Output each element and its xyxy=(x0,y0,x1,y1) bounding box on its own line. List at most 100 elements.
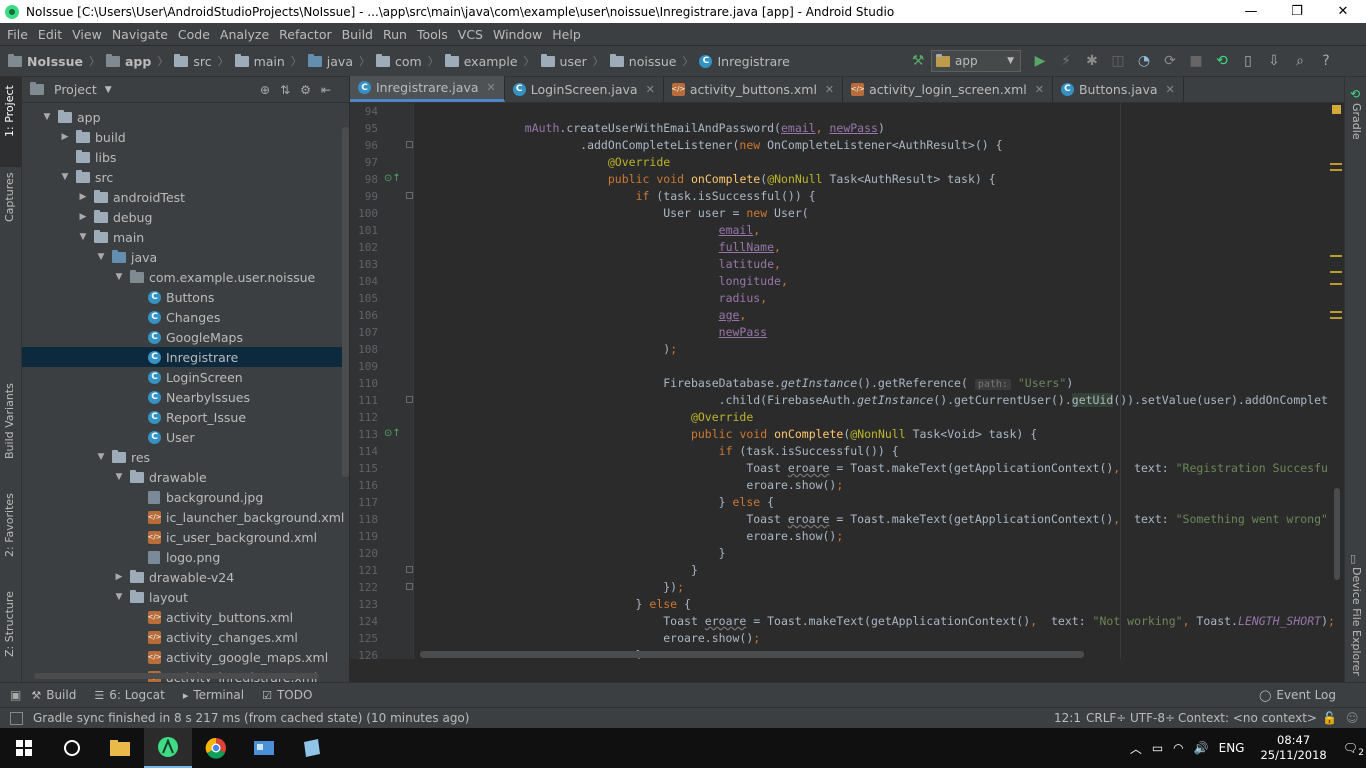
editor-vertical-scrollbar[interactable] xyxy=(1334,488,1340,580)
taskbar-chrome[interactable] xyxy=(192,728,240,768)
tree-item[interactable]: ▶ debug xyxy=(22,207,349,227)
code-line[interactable]: eroare.show(); xyxy=(414,528,843,545)
breadcrumb-example[interactable]: example xyxy=(464,54,518,69)
code-editor[interactable]: 94 95 96 97 98 ⊙↑ 99 100 101 102 103 104 105 106 107 10… xyxy=(350,103,1344,659)
logcat-tool-tab[interactable]: ☰ 6: Logcat xyxy=(94,688,164,702)
expanded-arrow-icon[interactable]: ▼ xyxy=(60,172,70,182)
code-line[interactable]: .addOnCompleteListener(new OnCompleteLis… xyxy=(414,137,1002,154)
make-project-hammer-icon[interactable]: ⚒ xyxy=(905,48,931,74)
editor-horizontal-scrollbar[interactable] xyxy=(420,651,1084,658)
hide-panel-icon[interactable]: ⇤ xyxy=(321,83,341,97)
captures-tool-tab[interactable]: Captures xyxy=(3,173,16,222)
menu-build[interactable]: Build xyxy=(337,27,378,42)
stop-icon[interactable]: ■ xyxy=(1183,48,1209,74)
code-line[interactable]: @Override xyxy=(414,409,753,426)
tree-item[interactable]: ▶ drawable-v24 xyxy=(22,567,349,587)
tree-item[interactable]: ▼ java xyxy=(22,247,349,267)
chevron-down-icon[interactable]: ▼ xyxy=(105,85,112,95)
tree-item[interactable]: </> activity_buttons.xml xyxy=(22,607,349,627)
project-tool-tab[interactable]: 1: Project xyxy=(3,85,16,137)
expanded-arrow-icon[interactable]: ▼ xyxy=(42,112,52,122)
tree-item[interactable]: libs xyxy=(22,147,349,167)
code-line[interactable]: @Override xyxy=(414,154,670,171)
code-line[interactable]: public void onComplete(@NonNull Task<Aut… xyxy=(414,171,996,188)
editor-tab[interactable]: C Buttons.java ✕ xyxy=(1053,76,1184,102)
gear-icon[interactable]: ⚙ xyxy=(300,83,321,97)
menu-run[interactable]: Run xyxy=(378,27,412,42)
code-line[interactable]: eroare.show(); xyxy=(414,630,760,647)
code-line[interactable]: mAuth.createUserWithEmailAndPassword(ema… xyxy=(414,120,885,137)
collapsed-arrow-icon[interactable]: ▶ xyxy=(60,132,70,142)
lock-icon[interactable]: 🔓 xyxy=(1322,711,1337,725)
input-language[interactable]: ENG xyxy=(1219,741,1245,755)
code-line[interactable]: } xyxy=(414,562,698,579)
start-button[interactable] xyxy=(0,728,48,768)
error-stripe-marker[interactable] xyxy=(1330,311,1342,313)
code-line[interactable]: if (task.isSuccessful()) { xyxy=(414,443,899,460)
tree-item[interactable]: ▶ androidTest xyxy=(22,187,349,207)
error-stripe-marker[interactable] xyxy=(1330,271,1342,273)
editor-tab[interactable]: </> activity_login_screen.xml ✕ xyxy=(843,76,1053,102)
error-stripe-marker[interactable] xyxy=(1330,255,1342,257)
event-log-tab[interactable]: ◯ Event Log xyxy=(1259,688,1336,702)
breadcrumb-project[interactable]: NoIssue xyxy=(27,54,83,69)
apply-changes-icon[interactable]: ⚡ xyxy=(1053,48,1079,74)
tree-item[interactable]: C Inregistrare xyxy=(22,347,349,367)
tree-item[interactable]: </> ic_user_background.xml xyxy=(22,527,349,547)
tree-item[interactable]: C NearbyIssues xyxy=(22,387,349,407)
cortana-search-button[interactable] xyxy=(48,728,96,768)
tree-item[interactable]: ▼ layout xyxy=(22,587,349,607)
menu-help[interactable]: Help xyxy=(547,27,586,42)
breadcrumb-java[interactable]: java xyxy=(327,54,353,69)
expanded-arrow-icon[interactable]: ▼ xyxy=(114,592,124,602)
code-line[interactable]: eroare.show(); xyxy=(414,477,843,494)
tree-horizontal-scrollbar[interactable] xyxy=(34,673,319,679)
sdk-manager-icon[interactable]: ⇩ xyxy=(1261,48,1287,74)
code-line[interactable]: } else { xyxy=(414,494,774,511)
avd-manager-icon[interactable]: ▯ xyxy=(1235,48,1261,74)
wifi-icon[interactable]: ◠ xyxy=(1173,741,1183,755)
tree-item[interactable]: C Report_Issue xyxy=(22,407,349,427)
menu-view[interactable]: View xyxy=(67,27,107,42)
tree-item[interactable]: C LoginScreen xyxy=(22,367,349,387)
breadcrumb-com[interactable]: com xyxy=(395,54,422,69)
code-line[interactable]: FirebaseDatabase.getInstance().getRefere… xyxy=(414,375,1073,392)
editor-tab[interactable]: C Inregistrare.java ✕ xyxy=(350,76,505,102)
taskbar-file-explorer[interactable] xyxy=(96,728,144,768)
volume-icon[interactable]: 🔊 xyxy=(1194,741,1209,755)
close-tab-icon[interactable]: ✕ xyxy=(487,81,496,94)
breadcrumb-inregistrare[interactable]: Inregistrare xyxy=(717,54,789,69)
close-tab-icon[interactable]: ✕ xyxy=(1035,83,1044,96)
tree-item[interactable]: </> activity_changes.xml xyxy=(22,627,349,647)
menu-file[interactable]: File xyxy=(2,27,33,42)
menu-analyze[interactable]: Analyze xyxy=(215,27,274,42)
code-line[interactable]: newPass xyxy=(414,324,767,341)
minimize-button[interactable]: — xyxy=(1228,0,1274,23)
collapse-all-icon[interactable]: ⇅ xyxy=(280,83,300,97)
code-line[interactable]: latitude, xyxy=(414,256,781,273)
menu-vcs[interactable]: VCS xyxy=(453,27,488,42)
code-line[interactable]: Toast eroare = Toast.makeText(getApplica… xyxy=(414,460,1328,477)
inspector-icon[interactable]: ☺ xyxy=(1346,711,1359,725)
ide-help-icon[interactable]: ? xyxy=(1313,48,1339,74)
code-line[interactable]: } else { xyxy=(414,596,691,613)
favorites-tool-tab[interactable]: 2: Favorites xyxy=(3,493,16,557)
clock[interactable]: 08:47 25/11/2018 xyxy=(1260,733,1326,763)
taskbar-control-panel[interactable] xyxy=(240,728,288,768)
tree-item[interactable]: C User xyxy=(22,427,349,447)
error-stripe-marker[interactable] xyxy=(1330,169,1342,171)
expanded-arrow-icon[interactable]: ▼ xyxy=(96,452,106,462)
battery-icon[interactable]: ▭ xyxy=(1152,741,1163,755)
tool-windows-icon[interactable]: ▣ xyxy=(10,688,21,702)
tree-item[interactable]: ▼ drawable xyxy=(22,467,349,487)
tree-item[interactable]: ▼ app xyxy=(22,107,349,127)
taskbar-notes-app[interactable] xyxy=(288,728,336,768)
menu-code[interactable]: Code xyxy=(173,27,215,42)
taskbar-android-studio[interactable] xyxy=(144,728,192,768)
code-line[interactable]: .child(FirebaseAuth.getInstance().getCur… xyxy=(414,392,1328,409)
editor-tab[interactable]: </> activity_buttons.xml ✕ xyxy=(664,76,844,102)
action-center-icon[interactable]: 🗨 2 xyxy=(1343,741,1364,758)
gradle-tool-tab[interactable]: Gradle xyxy=(1350,103,1363,140)
close-tab-icon[interactable]: ✕ xyxy=(646,83,655,96)
scroll-from-source-icon[interactable]: ⊕ xyxy=(260,83,280,97)
